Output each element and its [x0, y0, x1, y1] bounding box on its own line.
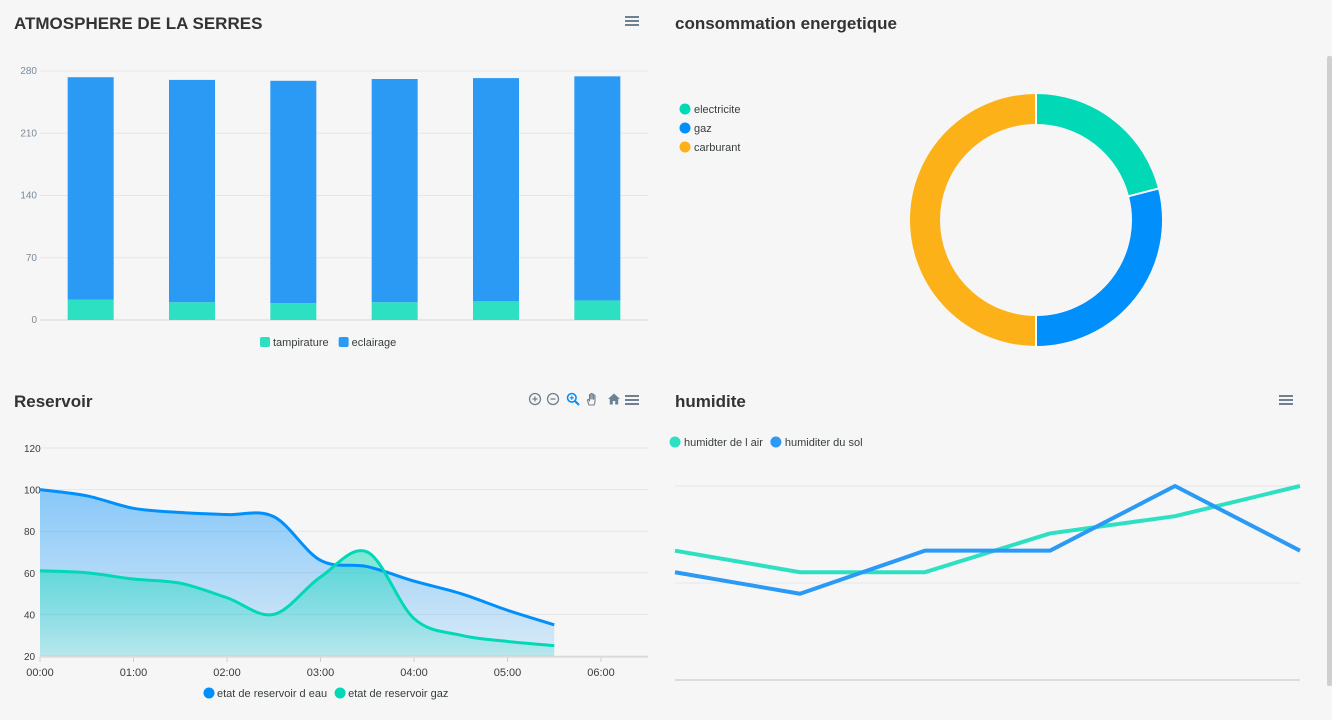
legend-marker [203, 687, 215, 699]
y-tick-label: 0 [31, 315, 37, 326]
legend-label: tampirature [273, 337, 329, 349]
humidity-line-chart: humidter de l air humiditer du sol [669, 436, 1301, 681]
legend-label: humidter de l air [684, 437, 763, 449]
bar-tampirature-2 [169, 302, 215, 320]
energy-panel: consommation energetique electricite gaz c… [662, 0, 1327, 370]
reservoir-panel: Reservoir 120 100 80 60 40 20 00:00 01:00 02:00 0… [0, 378, 660, 720]
y-tick-label: 80 [24, 527, 36, 538]
legend-marker [338, 337, 349, 347]
x-tick-label: 04:00 [400, 667, 428, 679]
x-tick-label: 05:00 [494, 667, 522, 679]
bar-eclairage-4 [371, 79, 418, 303]
legend-marker [679, 141, 691, 153]
energy-donut-chart: electricite gaz carburant [679, 93, 1162, 347]
y-tick-label: 140 [20, 191, 37, 202]
legend-label: humiditer du sol [785, 437, 863, 449]
donut-slice-gaz [1035, 188, 1162, 346]
y-tick-label: 100 [24, 486, 41, 497]
y-tick-label: 40 [24, 610, 36, 621]
page-scrollbar[interactable] [1327, 56, 1332, 686]
legend-marker [770, 436, 782, 448]
x-tick-label: 06:00 [587, 667, 615, 679]
legend-marker [669, 436, 681, 448]
line-series-1 [674, 484, 1301, 575]
reservoir-area-chart: 120 100 80 60 40 20 00:00 01:00 02:00 03:00 04:00 0… [24, 444, 648, 700]
bar-eclairage-6 [574, 76, 621, 301]
y-tick-label: 60 [24, 569, 36, 580]
y-tick-label: 120 [24, 444, 41, 455]
y-tick-label: 210 [20, 128, 37, 139]
legend-label: etat de reservoir d eau [217, 688, 327, 700]
y-tick-label: 280 [20, 66, 37, 77]
legend-label: gaz [694, 123, 712, 135]
x-tick-label: 02:00 [213, 667, 241, 679]
x-tick-label: 00:00 [26, 667, 54, 679]
bar-tampirature-1 [67, 299, 114, 320]
atmosphere-panel: ATMOSPHERE DE LA SERRES 280 210 140 70 0 tamp… [0, 0, 660, 370]
bar-tampirature-3 [270, 303, 317, 320]
line-series-2 [674, 484, 1301, 596]
donut-slice-electricite [1035, 94, 1159, 197]
legend-label: eclairage [352, 337, 397, 349]
legend-marker [679, 122, 691, 134]
bar-eclairage-1 [67, 77, 114, 300]
legend-marker [260, 337, 270, 347]
bar-tampirature-6 [574, 300, 621, 320]
donut-slice-carburant [910, 94, 1037, 346]
legend-marker [679, 103, 691, 115]
y-tick-label: 70 [26, 253, 38, 264]
bar-tampirature-4 [371, 302, 418, 320]
x-tick-label: 01:00 [120, 667, 148, 679]
humidity-panel: humidite humidter de l air humiditer du s… [662, 378, 1327, 720]
atmosphere-bar-chart: 280 210 140 70 0 tampirature eclairage [20, 66, 648, 349]
bar-eclairage-5 [473, 78, 519, 302]
legend-label: etat de reservoir gaz [348, 688, 448, 700]
bar-eclairage-2 [169, 79, 215, 303]
legend-label: carburant [694, 142, 740, 154]
legend-label: electricite [694, 104, 740, 116]
bar-eclairage-3 [270, 80, 317, 304]
x-tick-label: 03:00 [307, 667, 335, 679]
legend-marker [334, 687, 346, 699]
bar-tampirature-5 [473, 301, 519, 320]
y-tick-label: 20 [24, 652, 36, 663]
